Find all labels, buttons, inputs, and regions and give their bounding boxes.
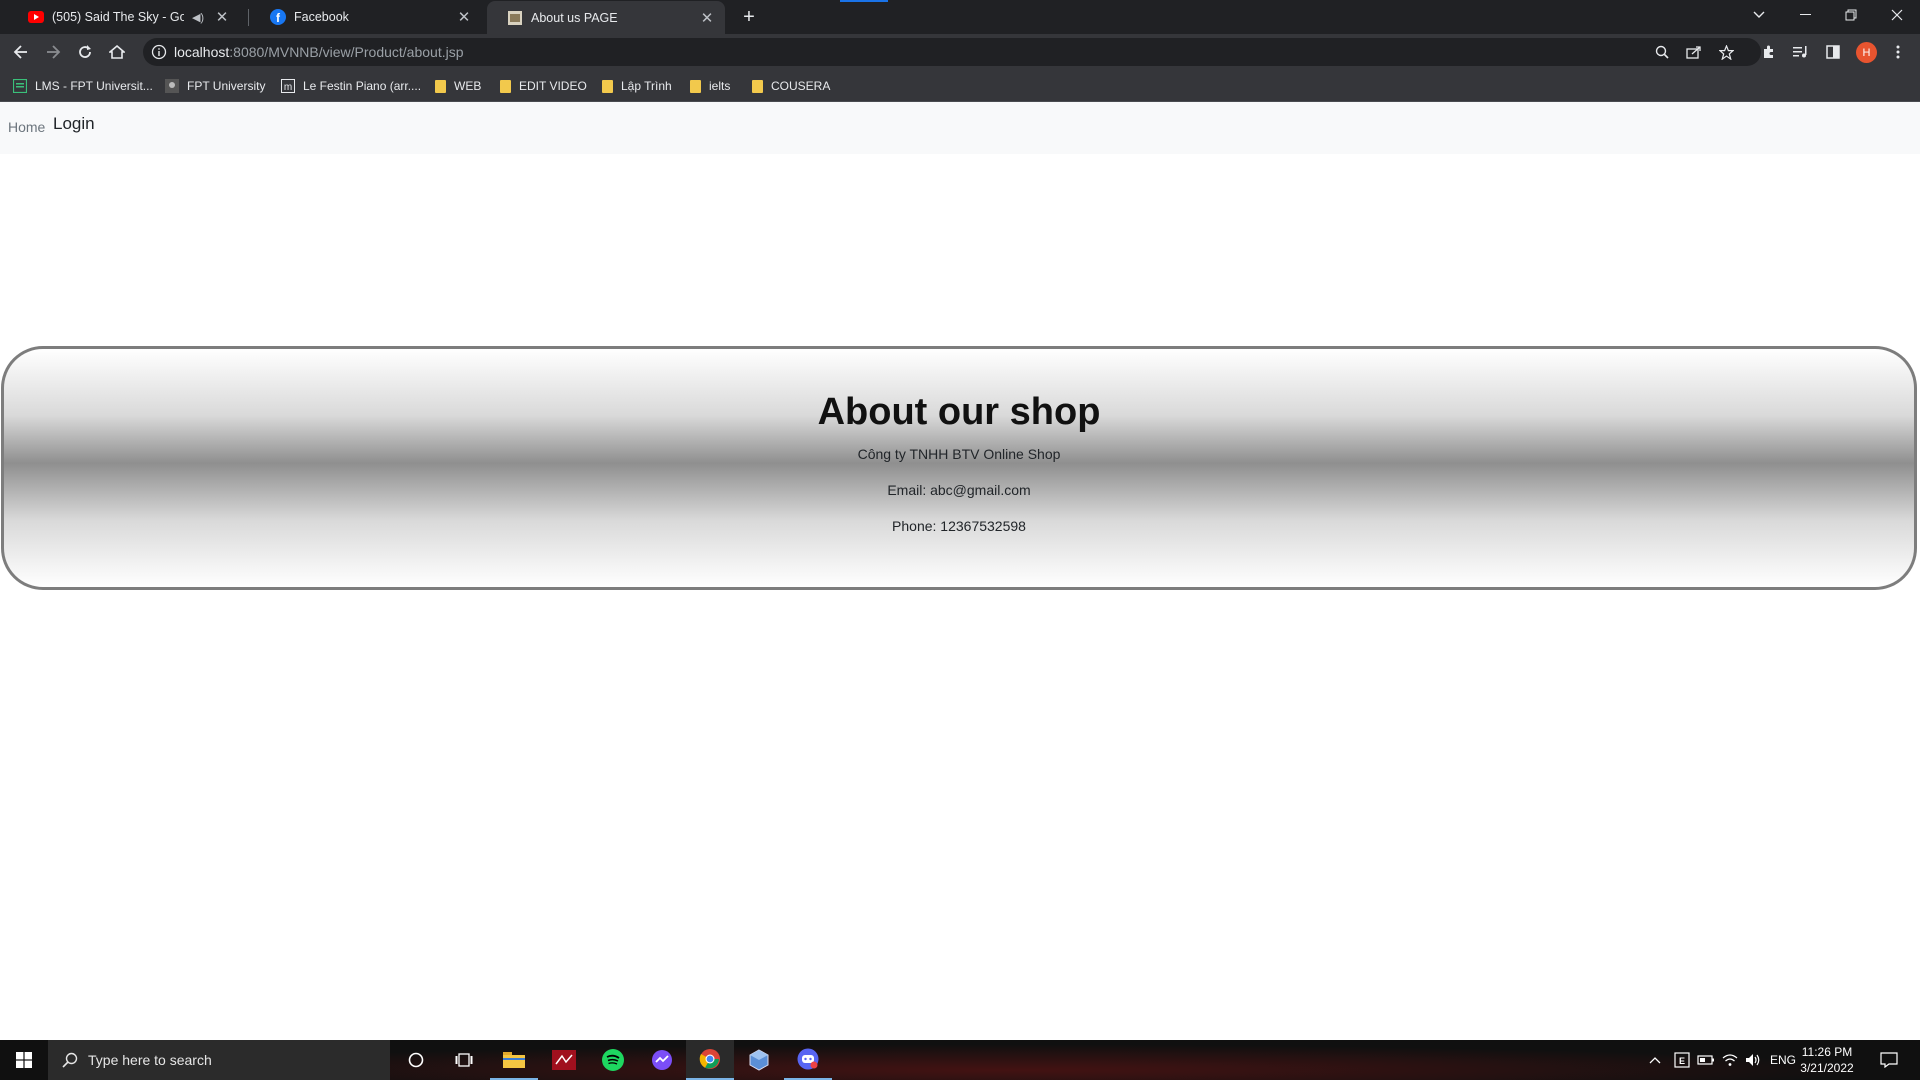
address-host: localhost	[174, 44, 230, 60]
spotify-icon[interactable]	[589, 1040, 637, 1080]
search-placeholder: Type here to search	[88, 1052, 212, 1068]
zoom-icon[interactable]	[1653, 43, 1671, 61]
notification-icon[interactable]	[1880, 1040, 1898, 1080]
home-link[interactable]: Home	[8, 119, 45, 135]
tab-strip: (505) Said The Sky - Gold (Ly ◀) ✕ f Fac…	[0, 0, 1920, 34]
svg-text:m: m	[284, 82, 292, 93]
bookmark-fpt[interactable]: FPT University	[165, 78, 265, 94]
tray-overflow-icon[interactable]	[1649, 1040, 1661, 1080]
folder-icon	[435, 79, 446, 93]
tab-youtube[interactable]: (505) Said The Sky - Gold (Ly ◀) ✕	[8, 0, 240, 34]
reload-button[interactable]	[72, 39, 98, 65]
bookmark-star-icon[interactable]	[1717, 43, 1735, 61]
profile-avatar[interactable]: H	[1856, 42, 1877, 63]
taskbar-search-box[interactable]: Type here to search	[48, 1040, 390, 1080]
windows-taskbar: Type here to search E ENG 11:26 PM 3/21/…	[0, 1040, 1920, 1080]
site-info-icon[interactable]	[151, 44, 167, 60]
restore-button[interactable]	[1828, 0, 1874, 30]
bookmark-label: Lập Trình	[621, 79, 672, 93]
bookmark-label: Le Festin Piano (arr....	[303, 79, 422, 93]
contact-email: Email: abc@gmail.com	[887, 482, 1031, 498]
folder-icon	[752, 79, 763, 93]
clock-date: 3/21/2022	[1800, 1061, 1854, 1075]
menu-dots-icon[interactable]	[1888, 42, 1908, 62]
extensions-icon[interactable]	[1759, 42, 1779, 62]
company-name: Công ty TNHH BTV Online Shop	[857, 446, 1061, 462]
forward-button[interactable]	[40, 39, 66, 65]
bookmark-label: LMS - FPT Universit...	[35, 79, 153, 93]
task-view-icon[interactable]	[440, 1040, 488, 1080]
share-icon[interactable]	[1685, 43, 1703, 61]
browser-toolbar: localhost:8080/MVNNB/view/Product/about.…	[0, 34, 1920, 70]
bookmark-label: EDIT VIDEO	[519, 79, 587, 93]
messenger-icon[interactable]	[638, 1040, 686, 1080]
loading-indicator	[840, 0, 888, 2]
svg-text:E: E	[1679, 1056, 1685, 1066]
app-red-icon[interactable]	[540, 1040, 588, 1080]
speaker-icon[interactable]: ◀)	[190, 9, 206, 25]
tab-title: (505) Said The Sky - Gold (Ly	[52, 10, 184, 24]
home-button[interactable]	[104, 39, 130, 65]
ime-icon[interactable]: E	[1674, 1040, 1690, 1080]
taskbar-clock[interactable]: 11:26 PM 3/21/2022	[1796, 1044, 1858, 1076]
virtualbox-icon[interactable]	[735, 1040, 783, 1080]
new-tab-button[interactable]: +	[738, 6, 760, 28]
bookmark-folder-ielts[interactable]: ielts	[690, 78, 730, 94]
volume-icon[interactable]	[1745, 1040, 1761, 1080]
lms-icon	[12, 78, 28, 94]
language-indicator[interactable]: ENG	[1770, 1040, 1796, 1080]
site-navbar: Home Login	[0, 102, 1920, 154]
discord-icon[interactable]	[784, 1040, 832, 1080]
page-title: About our shop	[817, 391, 1101, 433]
cortana-icon[interactable]	[392, 1040, 440, 1080]
clock-time: 11:26 PM	[1801, 1045, 1853, 1059]
search-icon	[62, 1052, 78, 1073]
bookmark-folder-edit-video[interactable]: EDIT VIDEO	[500, 78, 587, 94]
about-panel: About our shop Công ty TNHH BTV Online S…	[1, 346, 1917, 590]
tab-about-us[interactable]: About us PAGE ✕	[487, 1, 725, 34]
address-bar[interactable]: localhost:8080/MVNNB/view/Product/about.…	[143, 38, 1761, 66]
minimize-button[interactable]	[1782, 0, 1828, 30]
page-icon	[507, 10, 523, 26]
folder-icon	[690, 79, 701, 93]
music-icon: m	[281, 79, 295, 93]
bookmarks-bar: LMS - FPT Universit... FPT University m …	[0, 70, 1920, 102]
close-tab-icon[interactable]: ✕	[456, 9, 472, 26]
bookmark-folder-lap-trinh[interactable]: Lập Trình	[602, 78, 672, 94]
tab-title: About us PAGE	[531, 10, 618, 25]
tab-divider	[248, 9, 249, 26]
close-tab-icon[interactable]: ✕	[214, 9, 230, 26]
file-explorer-icon[interactable]	[490, 1040, 538, 1080]
chrome-icon[interactable]	[686, 1040, 734, 1080]
fpt-icon	[165, 79, 179, 93]
address-path: :8080/MVNNB/view/Product/about.jsp	[229, 44, 464, 60]
facebook-icon: f	[270, 9, 286, 25]
close-tab-icon[interactable]: ✕	[699, 10, 715, 27]
bookmark-lms[interactable]: LMS - FPT Universit...	[12, 78, 153, 94]
bookmark-label: WEB	[454, 79, 482, 93]
tab-search-chevron-icon[interactable]	[1736, 0, 1782, 30]
media-control-icon[interactable]	[1791, 42, 1811, 62]
battery-icon[interactable]	[1697, 1040, 1715, 1080]
close-window-button[interactable]	[1874, 0, 1920, 30]
folder-icon	[602, 79, 613, 93]
bookmark-label: FPT University	[187, 79, 266, 93]
tab-facebook[interactable]: f Facebook ✕	[250, 0, 482, 34]
youtube-icon	[28, 9, 44, 25]
address-url[interactable]: localhost:8080/MVNNB/view/Product/about.…	[174, 44, 464, 60]
side-panel-icon[interactable]	[1823, 42, 1843, 62]
bookmark-le-festin[interactable]: m Le Festin Piano (arr....	[281, 78, 421, 94]
folder-icon	[500, 79, 511, 93]
back-button[interactable]	[8, 39, 34, 65]
login-link[interactable]: Login	[53, 114, 95, 134]
bookmark-folder-web[interactable]: WEB	[435, 78, 481, 94]
wifi-icon[interactable]	[1722, 1040, 1738, 1080]
bookmark-folder-cousera[interactable]: COUSERA	[752, 78, 830, 94]
tab-title: Facebook	[294, 10, 349, 24]
windows-start-button[interactable]	[0, 1040, 48, 1080]
bookmark-label: COUSERA	[771, 79, 831, 93]
bookmark-label: ielts	[709, 79, 731, 93]
page-content: Home Login About our shop Công ty TNHH B…	[0, 102, 1920, 1040]
contact-phone: Phone: 12367532598	[892, 518, 1026, 534]
